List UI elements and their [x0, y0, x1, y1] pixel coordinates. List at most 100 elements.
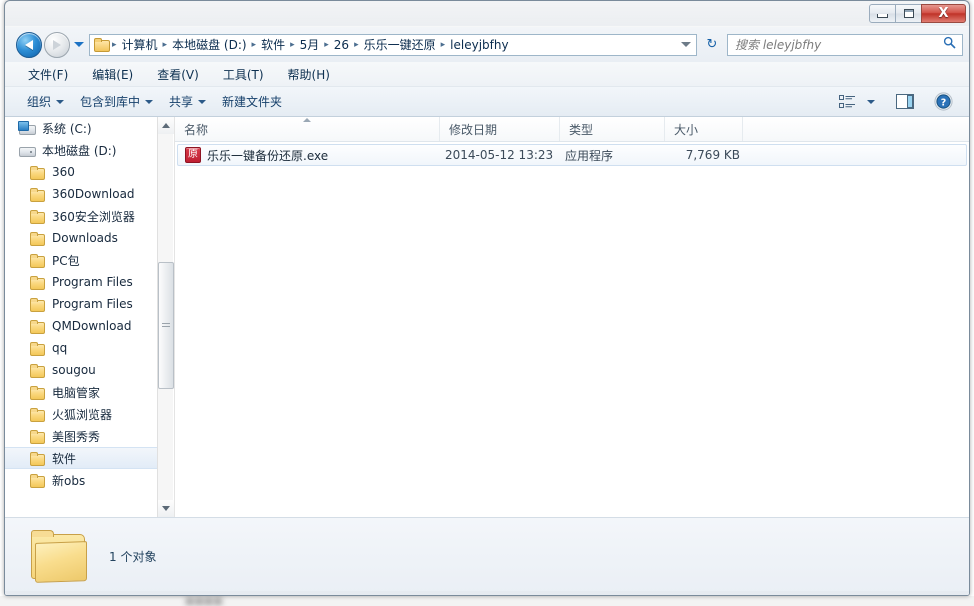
- nav-item-program-files[interactable]: Program Files: [5, 271, 158, 293]
- chevron-down-icon: [74, 42, 84, 47]
- details-pane: 1 个对象: [5, 517, 969, 595]
- nav-item-label: Downloads: [52, 231, 118, 245]
- search-placeholder: 搜索 leleyjbfhy: [735, 38, 822, 52]
- breadcrumb-item-leleyjbfhy[interactable]: leleyjbfhy: [446, 37, 512, 53]
- nav-item-360-browser[interactable]: 360安全浏览器: [5, 205, 158, 227]
- new-folder-button[interactable]: 新建文件夹: [214, 89, 290, 114]
- nav-item-meitu[interactable]: 美图秀秀: [5, 425, 158, 447]
- nav-item-360download[interactable]: 360Download: [5, 183, 158, 205]
- folder-icon: [29, 231, 46, 246]
- chevron-down-icon: [681, 42, 691, 47]
- folder-icon: [29, 363, 46, 378]
- column-header-type[interactable]: 类型: [560, 117, 665, 141]
- navigation-tree: 系统 (C:) 本地磁盘 (D:) 360 360Download 360安全浏…: [5, 117, 158, 491]
- window-controls: X: [869, 4, 966, 23]
- minimize-button[interactable]: [869, 4, 896, 23]
- nav-item-program-files-x86[interactable]: Program Files: [5, 293, 158, 315]
- nav-item-downloads[interactable]: Downloads: [5, 227, 158, 249]
- breadcrumb[interactable]: ▸ 计算机 ▸ 本地磁盘 (D:) ▸ 软件 ▸ 5月 ▸ 26 ▸ 乐乐一键还…: [89, 33, 697, 56]
- nav-item-new-obs[interactable]: 新obs: [5, 469, 158, 491]
- view-list-icon: [838, 94, 855, 108]
- search-input[interactable]: 搜索 leleyjbfhy: [727, 33, 963, 56]
- nav-item-label: Program Files: [52, 297, 133, 311]
- file-name-cell: 原 乐乐一键备份还原.exe: [178, 147, 443, 164]
- breadcrumb-dropdown-button[interactable]: [678, 35, 694, 55]
- scrollbar-thumb[interactable]: [158, 262, 174, 389]
- breadcrumb-item-software[interactable]: 软件: [257, 35, 289, 54]
- folder-icon: [29, 451, 46, 466]
- system-drive-icon: [18, 120, 36, 136]
- folder-icon: [94, 38, 110, 52]
- arrow-left-icon: [25, 39, 33, 50]
- folder-icon: [27, 528, 89, 586]
- nav-item-label: 美图秀秀: [52, 429, 101, 444]
- organize-label: 组织: [27, 95, 52, 109]
- navigation-scrollbar[interactable]: [157, 117, 174, 517]
- nav-item-label: 360安全浏览器: [52, 209, 135, 224]
- preview-pane-button[interactable]: [891, 90, 919, 114]
- breadcrumb-item-computer[interactable]: 计算机: [118, 35, 162, 54]
- menu-item-file[interactable]: 文件(F): [19, 63, 77, 86]
- file-type-cell: 应用程序: [565, 148, 614, 163]
- preview-pane-icon: [896, 94, 914, 109]
- back-button[interactable]: [16, 31, 42, 58]
- breadcrumb-item-drive-d[interactable]: 本地磁盘 (D:): [168, 35, 250, 54]
- recent-locations-button[interactable]: [72, 32, 86, 58]
- nav-item-firefox[interactable]: 火狐浏览器: [5, 403, 158, 425]
- folder-icon: [29, 187, 46, 202]
- forward-button[interactable]: [44, 31, 70, 58]
- column-header-name[interactable]: 名称: [175, 117, 440, 141]
- folder-tab: [31, 529, 54, 537]
- address-bar: ▸ 计算机 ▸ 本地磁盘 (D:) ▸ 软件 ▸ 5月 ▸ 26 ▸ 乐乐一键还…: [5, 27, 969, 62]
- nav-item-label: 系统 (C:): [42, 121, 92, 136]
- bg-taskbar-strip: [0, 596, 974, 606]
- scroll-up-button[interactable]: [158, 117, 174, 134]
- view-dropdown-button[interactable]: [863, 90, 879, 114]
- chevron-up-icon: [162, 123, 170, 128]
- scroll-down-button[interactable]: [158, 500, 174, 517]
- folder-icon: [29, 341, 46, 356]
- nav-item-local-disk-d[interactable]: 本地磁盘 (D:): [5, 139, 158, 161]
- nav-item-qmdownload[interactable]: QMDownload: [5, 315, 158, 337]
- nav-item-label: sougou: [52, 363, 96, 377]
- column-header-label: 名称: [184, 122, 209, 137]
- menu-item-view[interactable]: 查看(V): [148, 63, 208, 86]
- file-list-body: 原 乐乐一键备份还原.exe 2014-05-12 13:23 应用程序 7,7…: [175, 144, 969, 166]
- title-bar-glass: [5, 1, 969, 26]
- file-name-label: 乐乐一键备份还原.exe: [207, 148, 329, 163]
- column-header-date[interactable]: 修改日期: [440, 117, 560, 141]
- breadcrumb-item-may[interactable]: 5月: [296, 35, 324, 54]
- menu-item-edit[interactable]: 编辑(E): [83, 63, 142, 86]
- menu-item-help[interactable]: 帮助(H): [279, 63, 339, 86]
- command-bar: 组织 包含到库中 共享 新建文件夹 ?: [5, 87, 969, 117]
- include-in-library-label: 包含到库中: [80, 95, 141, 109]
- menu-item-tools[interactable]: 工具(T): [214, 63, 273, 86]
- nav-item-label: 本地磁盘 (D:): [42, 143, 117, 158]
- breadcrumb-item-26[interactable]: 26: [330, 37, 353, 53]
- column-header-size[interactable]: 大小: [665, 117, 743, 141]
- help-button[interactable]: ?: [929, 90, 957, 114]
- change-view-button[interactable]: [833, 90, 861, 114]
- organize-button[interactable]: 组织: [19, 89, 72, 114]
- close-button[interactable]: X: [921, 4, 966, 23]
- breadcrumb-item-lele[interactable]: 乐乐一键还原: [360, 35, 440, 54]
- details-text-group: 1 个对象: [109, 548, 156, 565]
- maximize-button[interactable]: [895, 4, 922, 23]
- nav-item-system-c[interactable]: 系统 (C:): [5, 117, 158, 139]
- nav-item-software[interactable]: 软件: [5, 447, 158, 469]
- nav-item-360[interactable]: 360: [5, 161, 158, 183]
- refresh-button[interactable]: ↻: [701, 34, 723, 56]
- nav-item-sougou[interactable]: sougou: [5, 359, 158, 381]
- column-header-label: 类型: [569, 122, 594, 137]
- table-row[interactable]: 原 乐乐一键备份还原.exe 2014-05-12 13:23 应用程序 7,7…: [177, 144, 967, 166]
- share-label: 共享: [169, 95, 194, 109]
- application-icon: 原: [185, 147, 201, 163]
- search-icon: [943, 36, 959, 53]
- title-bar[interactable]: X: [5, 1, 969, 27]
- share-button[interactable]: 共享: [161, 89, 214, 114]
- nav-item-pc-manager[interactable]: 电脑管家: [5, 381, 158, 403]
- include-in-library-button[interactable]: 包含到库中: [72, 89, 161, 114]
- folder-icon: [29, 385, 46, 400]
- nav-item-pc-package[interactable]: PC包: [5, 249, 158, 271]
- nav-item-qq[interactable]: qq: [5, 337, 158, 359]
